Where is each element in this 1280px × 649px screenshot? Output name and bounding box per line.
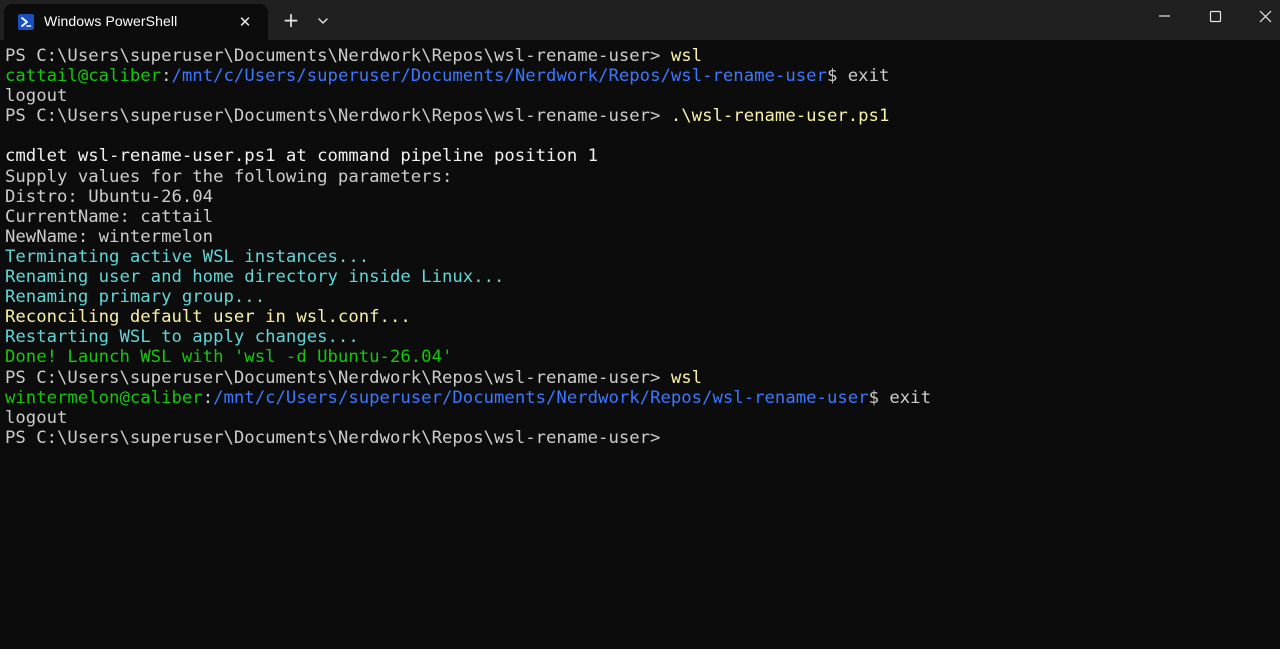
terminal-line: Terminating active WSL instances... (5, 247, 931, 267)
terminal-text-segment: $ exit (826, 66, 890, 87)
terminal-text-segment: logout (5, 407, 68, 428)
powershell-icon (18, 14, 34, 30)
terminal-line: Renaming primary group... (5, 287, 931, 307)
terminal-text-segment: /mnt/c/Users/superuser/Documents/Nerdwor… (213, 387, 869, 408)
terminal-line: NewName: wintermelon (5, 227, 931, 247)
terminal-line: Renaming user and home directory inside … (5, 267, 931, 287)
terminal-line: Restarting WSL to apply changes... (5, 327, 931, 347)
terminal-output[interactable]: PS C:\Users\superuser\Documents\Nerdwork… (0, 40, 1280, 649)
terminal-text-segment: Terminating active WSL instances... (5, 246, 370, 267)
terminal-line: PS C:\Users\superuser\Documents\Nerdwork… (5, 106, 931, 126)
terminal-text-segment: $ exit (868, 387, 931, 408)
terminal-line: Reconciling default user in wsl.conf... (5, 307, 931, 327)
terminal-text-segment: /mnt/c/Users/superuser/Documents/Nerdwor… (171, 66, 827, 87)
terminal-text-segment: PS C:\Users\superuser\Documents\Nerdwork… (5, 106, 671, 127)
terminal-text-segment: Distro: Ubuntu-26.04 (5, 186, 214, 207)
terminal-line: logout (5, 408, 931, 428)
terminal-line: wintermelon@caliber:/mnt/c/Users/superus… (5, 388, 931, 408)
terminal-text-segment: Renaming user and home directory inside … (5, 267, 505, 288)
terminal-text-segment: Reconciling default user in wsl.conf... (5, 307, 411, 328)
terminal-text-segment: : (202, 387, 214, 408)
terminal-lines: PS C:\Users\superuser\Documents\Nerdwork… (5, 46, 931, 448)
terminal-text-segment: NewName: wintermelon (5, 226, 214, 247)
terminal-text-segment: wsl (670, 46, 703, 66)
terminal-text-segment: Restarting WSL to apply changes... (5, 327, 359, 348)
terminal-line: cattail@caliber:/mnt/c/Users/superuser/D… (5, 66, 931, 86)
terminal-line: PS C:\Users\superuser\Documents\Nerdwork… (5, 368, 931, 388)
title-bar: Windows PowerShell ✕ + (0, 0, 1280, 40)
close-icon[interactable] (1240, 0, 1280, 34)
chevron-down-icon[interactable] (312, 10, 334, 32)
tab-windows-powershell[interactable]: Windows PowerShell ✕ (4, 4, 268, 40)
terminal-text-segment: logout (5, 86, 68, 107)
terminal-line: logout (5, 86, 931, 106)
terminal-line: Distro: Ubuntu-26.04 (5, 187, 931, 207)
terminal-text-segment: : (161, 66, 172, 87)
terminal-line: Done! Launch WSL with 'wsl -d Ubuntu-26.… (5, 347, 931, 367)
terminal-text-segment: PS C:\Users\superuser\Documents\Nerdwork… (5, 427, 661, 448)
terminal-line: Supply values for the following paramete… (5, 167, 931, 187)
maximize-icon[interactable] (1190, 0, 1240, 34)
terminal-line: CurrentName: cattail (5, 207, 931, 227)
terminal-text-segment: cmdlet wsl-rename-user.ps1 at command pi… (5, 146, 599, 167)
terminal-text-segment: .\wsl-rename-user.ps1 (670, 106, 890, 127)
terminal-text-segment: PS C:\Users\superuser\Documents\Nerdwork… (5, 46, 671, 66)
minimize-icon[interactable] (1140, 0, 1190, 34)
terminal-text-segment: Done! Launch WSL with 'wsl -d Ubuntu-26.… (5, 347, 453, 368)
new-tab-button[interactable]: + (278, 8, 304, 34)
terminal-line: PS C:\Users\superuser\Documents\Nerdwork… (5, 428, 931, 448)
terminal-text-segment: wintermelon@caliber (5, 387, 203, 408)
tab-title: Windows PowerShell (44, 13, 178, 29)
terminal-text-segment: Supply values for the following paramete… (5, 166, 453, 187)
terminal-text-segment: Renaming primary group... (5, 287, 266, 308)
terminal-line: PS C:\Users\superuser\Documents\Nerdwork… (5, 46, 931, 66)
terminal-text-segment: cattail@caliber (5, 66, 162, 87)
terminal-text-segment: CurrentName: cattail (5, 206, 214, 227)
terminal-text-segment: wsl (670, 367, 703, 388)
terminal-line: cmdlet wsl-rename-user.ps1 at command pi… (5, 146, 931, 166)
terminal-text-segment: PS C:\Users\superuser\Documents\Nerdwork… (5, 367, 671, 388)
close-tab-icon[interactable]: ✕ (234, 11, 256, 33)
